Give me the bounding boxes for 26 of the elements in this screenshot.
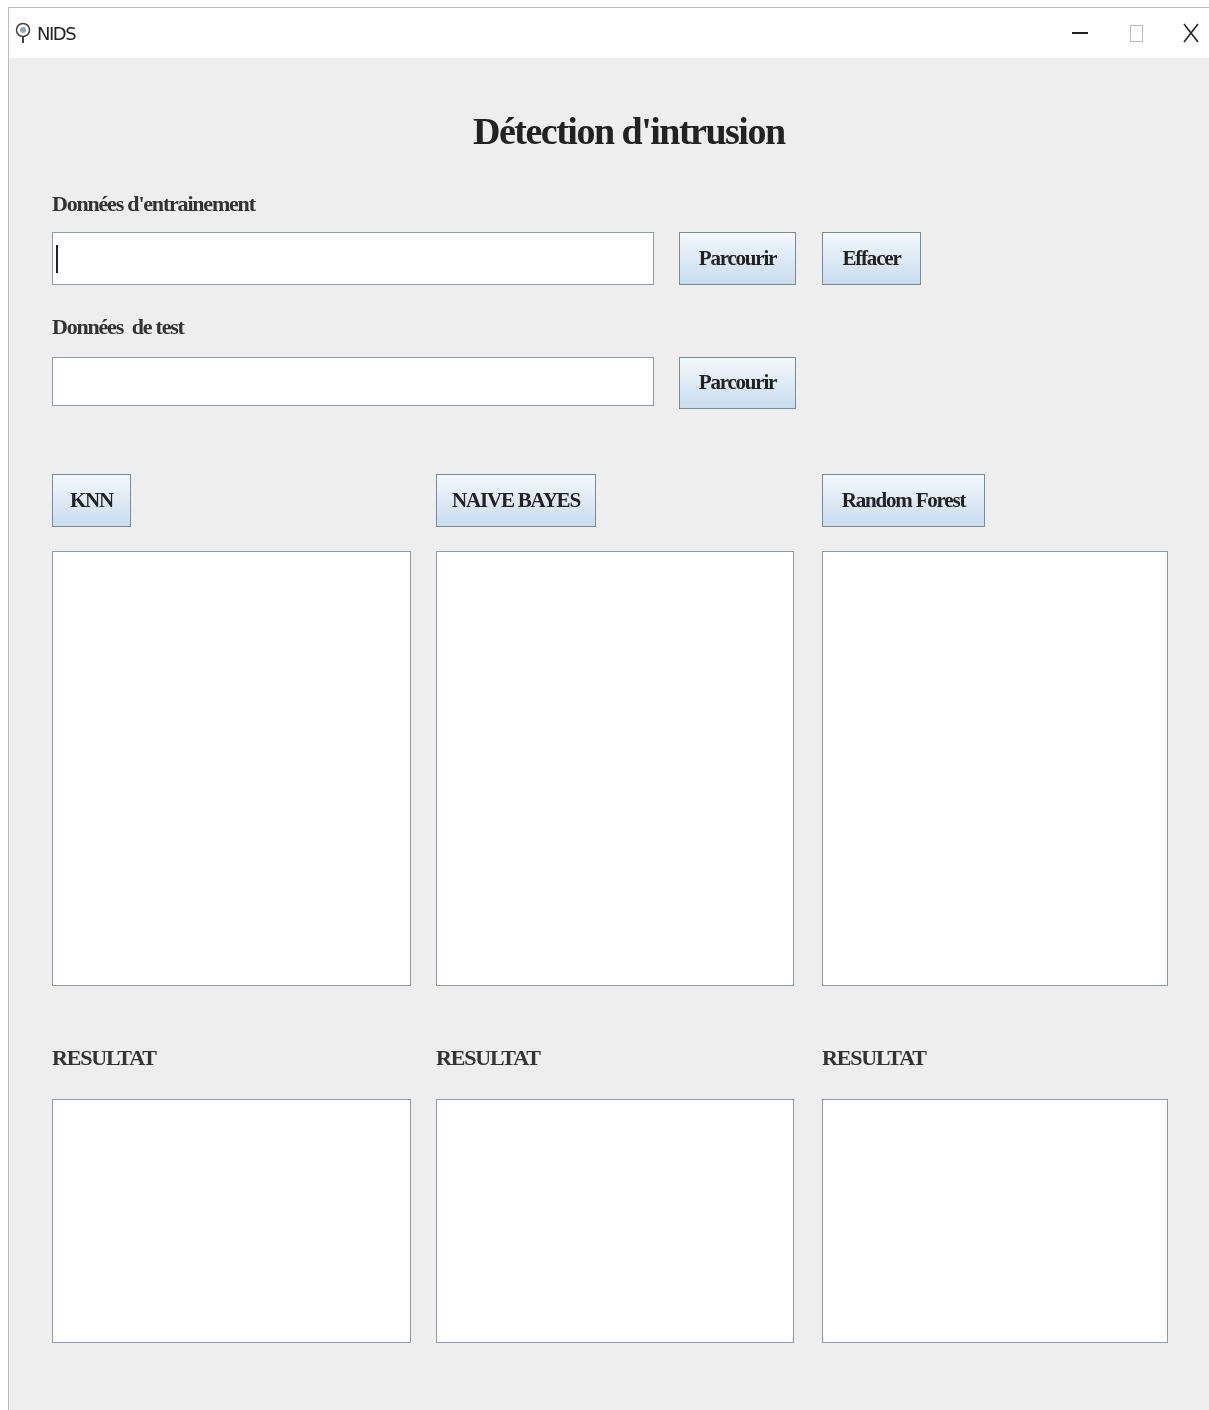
button[interactable]: Parcourir: [679, 357, 796, 409]
file-path-field[interactable]: [52, 357, 654, 406]
window-title: NIDS: [37, 21, 76, 46]
button[interactable]: Random Forest: [822, 474, 985, 527]
magnifier-icon: [15, 22, 31, 44]
button[interactable]: Parcourir: [679, 232, 796, 285]
result-label: RESULTAT: [52, 1044, 158, 1072]
output-text-area[interactable]: [52, 551, 411, 986]
minimize-icon[interactable]: [1072, 31, 1088, 35]
file-path-field[interactable]: [52, 232, 654, 285]
result-label: RESULTAT: [822, 1044, 928, 1072]
field-label: Données de test: [52, 313, 186, 341]
result-text-area[interactable]: [52, 1099, 411, 1343]
heading: Détection d'intrusion: [473, 109, 787, 154]
output-text-area[interactable]: [822, 551, 1168, 986]
result-text-area[interactable]: [822, 1099, 1168, 1343]
close-icon[interactable]: [1183, 23, 1199, 43]
button[interactable]: NAIVE BAYES: [436, 474, 596, 527]
result-text-area[interactable]: [436, 1099, 794, 1343]
maximize-icon[interactable]: [1130, 24, 1143, 42]
button[interactable]: Effacer: [822, 232, 921, 285]
text-caret: [56, 244, 58, 273]
result-label: RESULTAT: [436, 1044, 542, 1072]
field-label: Données d'entrainement: [52, 190, 257, 218]
button[interactable]: KNN: [52, 474, 131, 527]
output-text-area[interactable]: [436, 551, 794, 986]
